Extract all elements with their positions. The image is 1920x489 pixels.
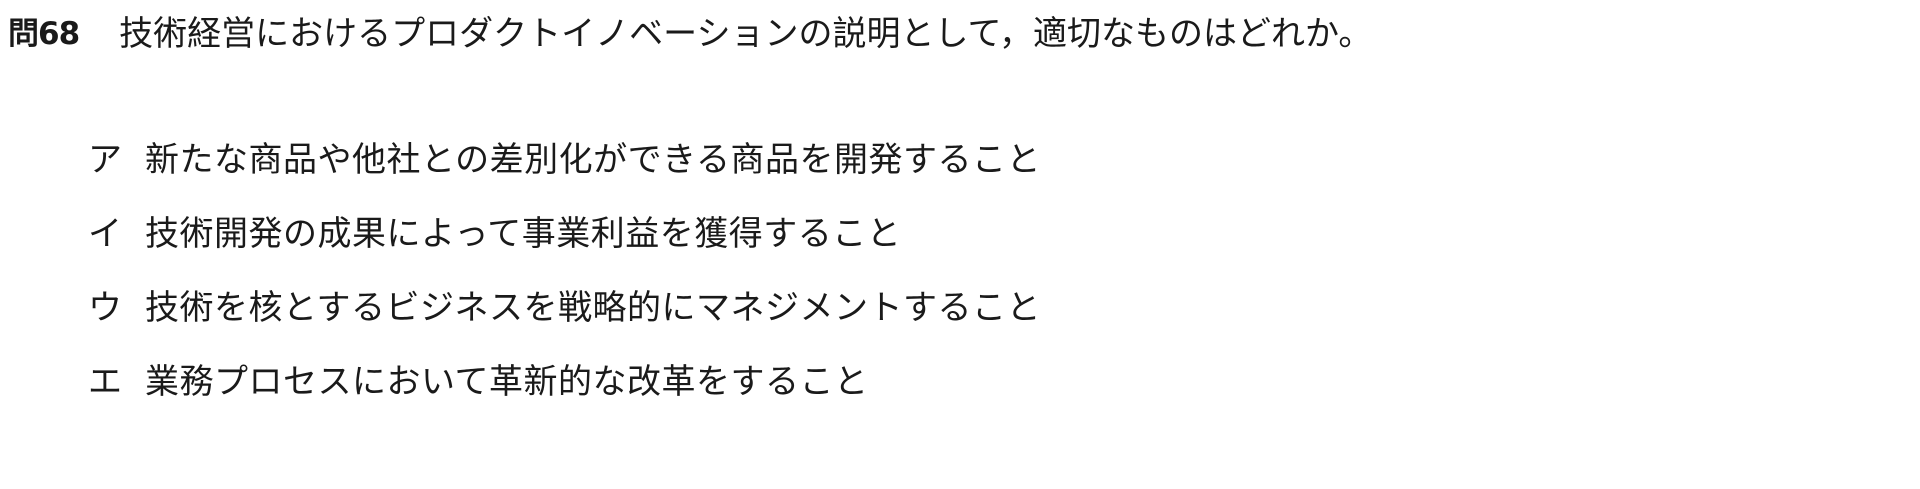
question-text: 技術経営におけるプロダクトイノベーションの説明として，適切なものはどれか。: [119, 13, 1373, 54]
option-label: イ: [88, 213, 122, 254]
option-text: 業務プロセスにおいて革新的な改革をすること: [145, 361, 869, 402]
option-text: 技術開発の成果によって事業利益を獲得すること: [145, 213, 902, 254]
answer-option-i: イ 技術開発の成果によって事業利益を獲得すること: [88, 198, 1041, 262]
answer-option-e: エ 業務プロセスにおいて革新的な改革をすること: [88, 346, 1041, 410]
option-text: 新たな商品や他社との差別化ができる商品を開発すること: [145, 139, 1041, 180]
option-label: ア: [88, 139, 122, 180]
answer-options-list: ア 新たな商品や他社との差別化ができる商品を開発すること イ 技術開発の成果によ…: [88, 124, 1041, 420]
answer-option-a: ア 新たな商品や他社との差別化ができる商品を開発すること: [88, 124, 1041, 188]
answer-option-u: ウ 技術を核とするビジネスを戦略的にマネジメントすること: [88, 272, 1041, 336]
option-label: エ: [88, 361, 122, 402]
question-header: 問68 技術経営におけるプロダクトイノベーションの説明として，適切なものはどれか…: [8, 2, 1372, 58]
option-text: 技術を核とするビジネスを戦略的にマネジメントすること: [145, 287, 1041, 328]
question-number: 問68: [8, 15, 80, 52]
option-label: ウ: [88, 287, 122, 328]
